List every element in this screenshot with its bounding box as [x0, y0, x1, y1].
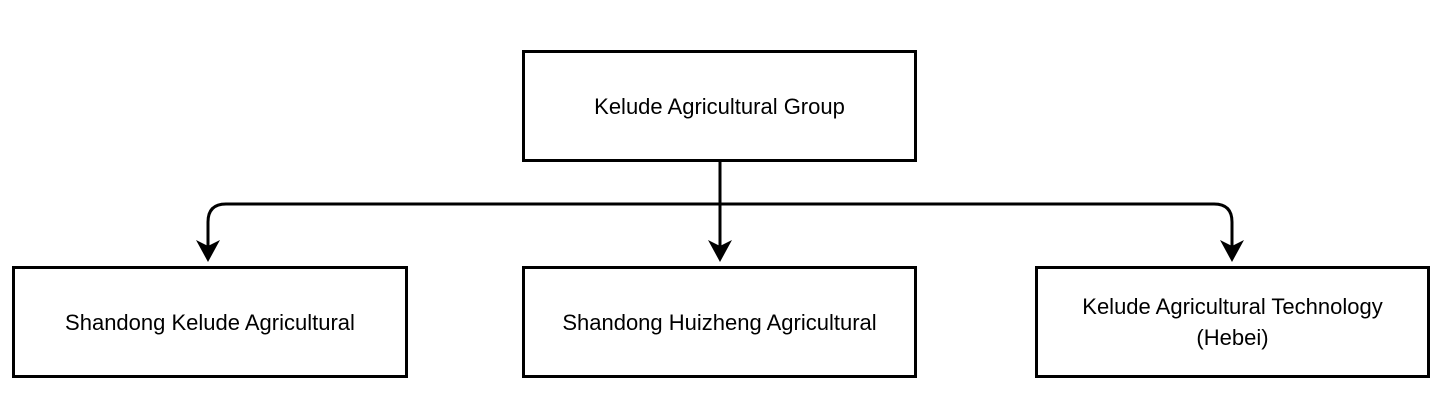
node-child-1: Shandong Kelude Agricultural	[12, 266, 408, 378]
node-child-1-label: Shandong Kelude Agricultural	[65, 309, 355, 335]
node-root-label: Kelude Agricultural Group	[594, 93, 845, 119]
node-child-3-label: Kelude Agricultural Technology (Hebei)	[1082, 294, 1383, 350]
node-root: Kelude Agricultural Group	[522, 50, 917, 162]
org-chart-canvas: Kelude Agricultural Group Shandong Kelud…	[0, 0, 1443, 420]
connector-root-to-right	[720, 202, 1234, 246]
node-child-2: Shandong Huizheng Agricultural	[522, 266, 917, 378]
connector-root-to-left	[206, 202, 720, 246]
node-child-2-label: Shandong Huizheng Agricultural	[562, 309, 877, 335]
node-child-3: Kelude Agricultural Technology (Hebei)	[1035, 266, 1430, 378]
